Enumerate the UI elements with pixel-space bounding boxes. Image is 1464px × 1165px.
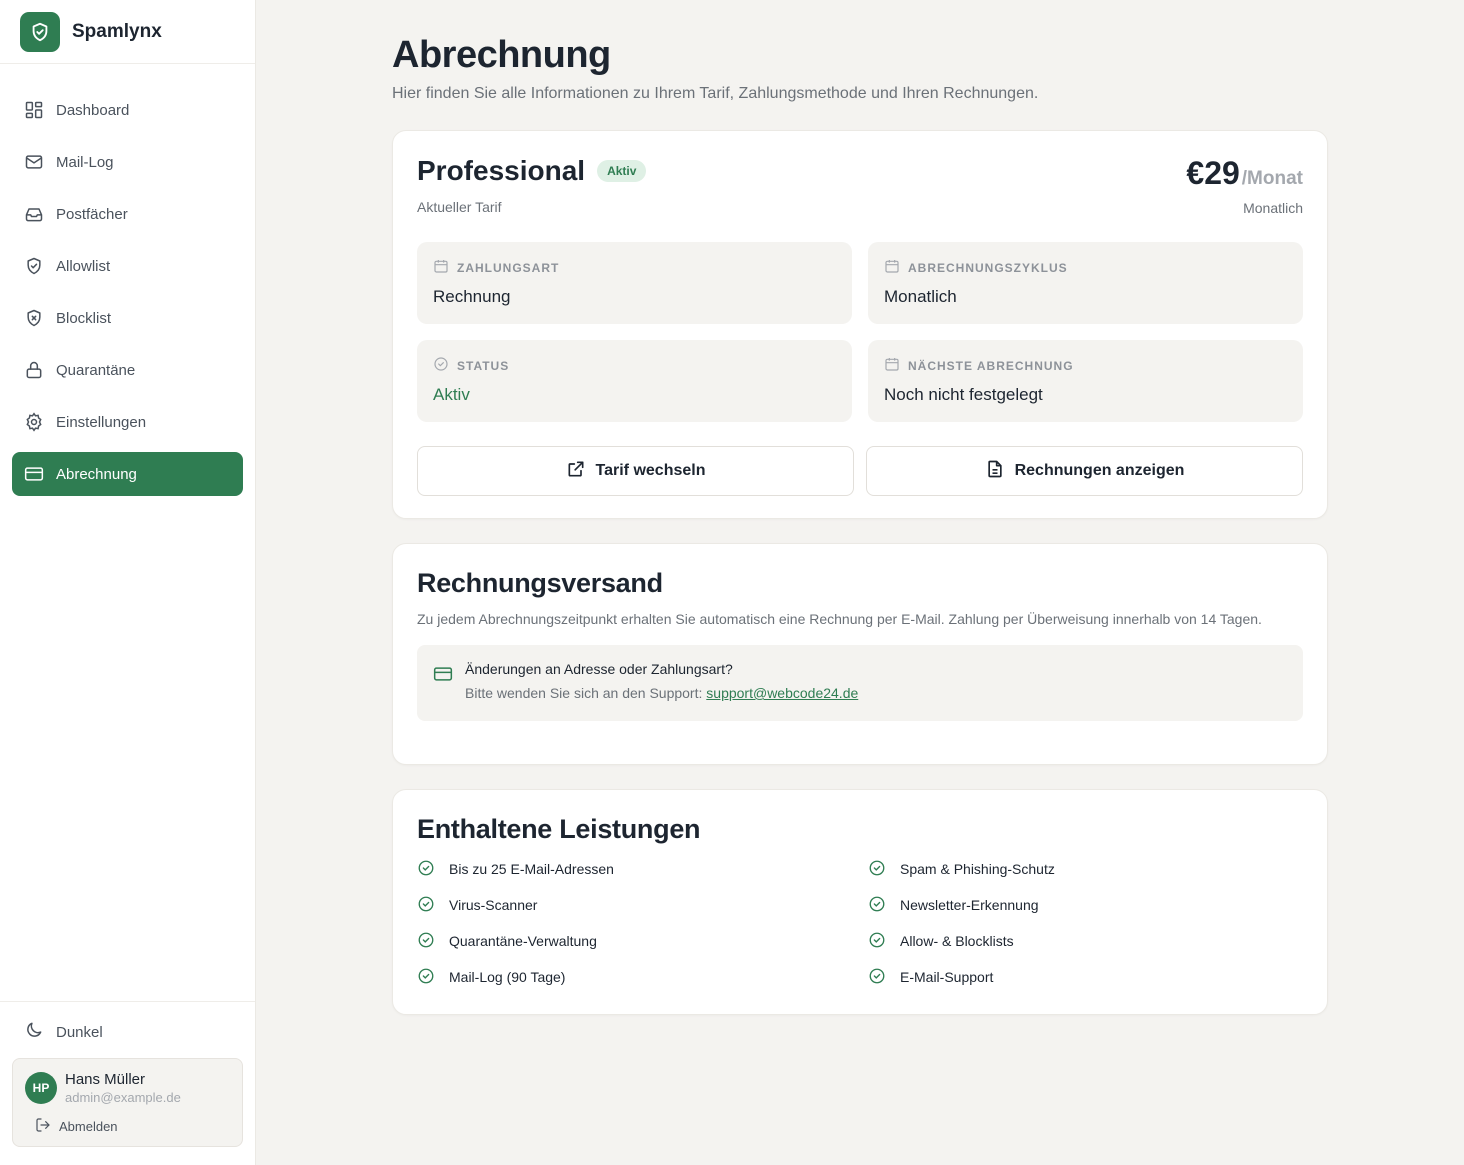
billing-cycle-label: Abrechnungszyklus bbox=[908, 260, 1068, 275]
sidebar-item-label: Abrechnung bbox=[56, 465, 137, 483]
sidebar-footer: Dunkel HP Hans Müller admin@example.de A… bbox=[0, 1001, 255, 1165]
status-badge: Aktiv bbox=[597, 160, 647, 182]
support-email-link[interactable]: support@webcode24.de bbox=[706, 685, 858, 701]
user-name: Hans Müller bbox=[65, 1071, 146, 1088]
sidebar-item-blocklist[interactable]: Blocklist bbox=[12, 296, 243, 340]
theme-toggle-label: Dunkel bbox=[56, 1023, 103, 1041]
billing-cycle-tile: Abrechnungszyklus Monatlich bbox=[868, 242, 1303, 324]
sidebar-item-label: Dashboard bbox=[56, 101, 130, 119]
plan-caption: Aktueller Tarif bbox=[417, 199, 502, 215]
payment-method-label: Zahlungsart bbox=[457, 260, 560, 275]
sidebar-item-label: Postfächer bbox=[56, 205, 128, 223]
status-label: Status bbox=[457, 358, 510, 373]
next-billing-tile: Nächste Abrechnung Noch nicht festgelegt bbox=[868, 340, 1303, 422]
billing-cycle-value: Monatlich bbox=[884, 287, 957, 306]
sidebar: Spamlynx Dashboard Mail-Log Postfächer A… bbox=[0, 0, 256, 1165]
plan-name: Professional bbox=[417, 155, 586, 186]
sidebar-item-label: Blocklist bbox=[56, 309, 112, 327]
logout-button[interactable]: Abmelden bbox=[25, 1117, 230, 1136]
sidebar-item-label: Einstellungen bbox=[56, 413, 147, 431]
feature-item: Mail-Log (90 Tage) bbox=[417, 967, 868, 987]
check-circle-icon bbox=[868, 967, 886, 988]
calendar-icon bbox=[884, 356, 900, 375]
dashboard-icon bbox=[24, 100, 44, 120]
check-circle-icon bbox=[868, 859, 886, 880]
next-billing-label: Nächste Abrechnung bbox=[908, 358, 1074, 373]
credit-card-icon bbox=[433, 664, 453, 705]
feature-item: Newsletter-Erkennung bbox=[868, 895, 1319, 915]
check-circle-icon bbox=[868, 931, 886, 952]
user-email: admin@example.de bbox=[65, 1090, 181, 1105]
payment-method-tile: Zahlungsart Rechnung bbox=[417, 242, 852, 324]
support-notice: Änderungen an Adresse oder Zahlungsart? … bbox=[417, 645, 1303, 721]
payment-method-value: Rechnung bbox=[433, 287, 511, 306]
sidebar-item-dashboard[interactable]: Dashboard bbox=[12, 88, 243, 132]
sidebar-item-mail-log[interactable]: Mail-Log bbox=[12, 140, 243, 184]
brand-name: Spamlynx bbox=[72, 20, 162, 42]
sidebar-item-label: Allowlist bbox=[56, 257, 111, 275]
shield-check-icon bbox=[24, 256, 44, 276]
notice-text: Bitte wenden Sie sich an den Support: bbox=[465, 685, 707, 701]
lock-icon bbox=[24, 360, 44, 380]
brand: Spamlynx bbox=[0, 0, 255, 64]
avatar: HP bbox=[25, 1072, 57, 1104]
change-plan-label: Tarif wechseln bbox=[595, 462, 706, 479]
page-title: Abrechnung bbox=[392, 34, 611, 76]
sidebar-item-label: Mail-Log bbox=[56, 153, 114, 171]
features-title: Enthaltene Leistungen bbox=[417, 814, 701, 844]
features-list: Bis zu 25 E-Mail-Adressen Spam & Phishin… bbox=[417, 859, 1303, 987]
sidebar-item-allowlist[interactable]: Allowlist bbox=[12, 244, 243, 288]
show-invoices-label: Rechnungen anzeigen bbox=[1014, 462, 1185, 479]
notice-title: Änderungen an Adresse oder Zahlungsart? bbox=[465, 661, 733, 677]
feature-item: Quarantäne-Verwaltung bbox=[417, 931, 868, 951]
external-link-icon bbox=[566, 459, 586, 484]
next-billing-value: Noch nicht festgelegt bbox=[884, 385, 1043, 404]
main-content: Abrechnung Hier finden Sie alle Informat… bbox=[392, 0, 1328, 1015]
document-icon bbox=[985, 459, 1005, 484]
check-circle-icon bbox=[417, 895, 435, 916]
sidebar-item-postfaecher[interactable]: Postfächer bbox=[12, 192, 243, 236]
shield-x-icon bbox=[24, 308, 44, 328]
change-plan-button[interactable]: Tarif wechseln bbox=[417, 446, 854, 496]
gear-icon bbox=[24, 412, 44, 432]
calendar-icon bbox=[884, 258, 900, 277]
credit-card-icon bbox=[24, 464, 44, 484]
check-circle-icon bbox=[868, 895, 886, 916]
invoice-delivery-card: Rechnungsversand Zu jedem Abrechnungszei… bbox=[392, 543, 1328, 765]
sidebar-nav: Dashboard Mail-Log Postfächer Allowlist … bbox=[0, 64, 255, 496]
calendar-icon bbox=[433, 258, 449, 277]
feature-item: Virus-Scanner bbox=[417, 895, 868, 915]
feature-item: E-Mail-Support bbox=[868, 967, 1319, 987]
check-circle-icon bbox=[417, 859, 435, 880]
sidebar-item-label: Quarantäne bbox=[56, 361, 136, 379]
feature-item: Spam & Phishing-Schutz bbox=[868, 859, 1319, 879]
plan-price-unit: /Monat bbox=[1241, 168, 1303, 189]
inbox-icon bbox=[24, 204, 44, 224]
plan-price: €29 bbox=[1186, 155, 1240, 191]
check-circle-icon bbox=[417, 967, 435, 988]
theme-toggle[interactable]: Dunkel bbox=[12, 1014, 243, 1050]
show-invoices-button[interactable]: Rechnungen anzeigen bbox=[866, 446, 1303, 496]
shield-logo-icon bbox=[20, 11, 60, 52]
sidebar-item-einstellungen[interactable]: Einstellungen bbox=[12, 400, 243, 444]
status-value: Aktiv bbox=[433, 385, 470, 404]
logout-label: Abmelden bbox=[59, 1119, 118, 1134]
price-caption: Monatlich bbox=[1243, 200, 1303, 216]
sidebar-item-quarantaene[interactable]: Quarantäne bbox=[12, 348, 243, 392]
check-circle-icon bbox=[433, 356, 449, 375]
moon-icon bbox=[24, 1020, 44, 1044]
feature-item: Bis zu 25 E-Mail-Adressen bbox=[417, 859, 868, 879]
sidebar-item-abrechnung[interactable]: Abrechnung bbox=[12, 452, 243, 496]
feature-item: Allow- & Blocklists bbox=[868, 931, 1319, 951]
logout-icon bbox=[35, 1117, 51, 1136]
check-circle-icon bbox=[417, 931, 435, 952]
plan-card: Professional Aktiv Aktueller Tarif €29 /… bbox=[392, 130, 1328, 519]
user-card: HP Hans Müller admin@example.de Abmelden bbox=[12, 1058, 243, 1147]
status-tile: Status Aktiv bbox=[417, 340, 852, 422]
invoice-delivery-text: Zu jedem Abrechnungszeitpunkt erhalten S… bbox=[417, 611, 1262, 627]
page-subtitle: Hier finden Sie alle Informationen zu Ih… bbox=[392, 85, 1039, 102]
mail-icon bbox=[24, 152, 44, 172]
features-card: Enthaltene Leistungen Bis zu 25 E-Mail-A… bbox=[392, 789, 1328, 1015]
invoice-delivery-title: Rechnungsversand bbox=[417, 568, 663, 598]
